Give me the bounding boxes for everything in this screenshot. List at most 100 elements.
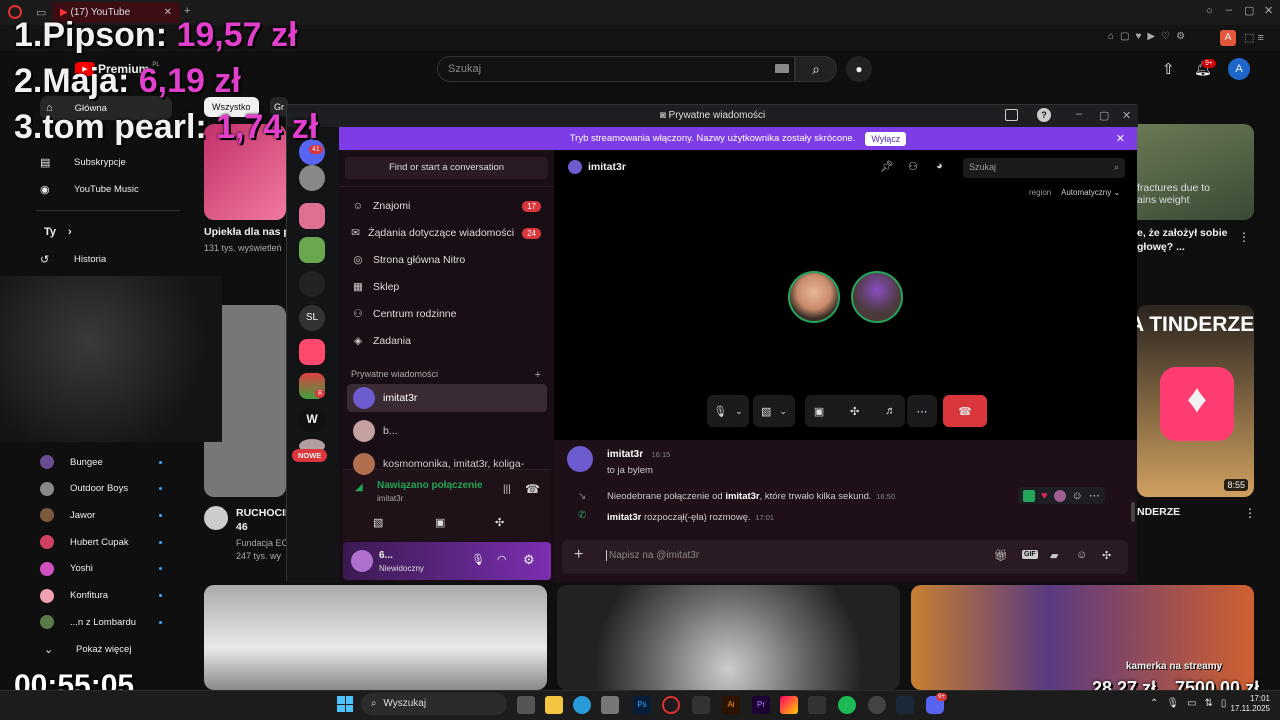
dm-item[interactable]: imitat3r xyxy=(347,384,547,412)
more-icon[interactable]: ⋯ xyxy=(1089,489,1100,502)
minimize-icon[interactable]: – xyxy=(1076,108,1082,120)
sidebar-subscription[interactable]: Yoshi xyxy=(40,557,162,581)
scrollbar[interactable] xyxy=(1131,502,1135,522)
emoji-icon[interactable]: ☺ xyxy=(1076,549,1087,561)
gift-icon[interactable]: 🎁︎ xyxy=(994,549,1008,562)
emoji-reaction-icon[interactable] xyxy=(1053,489,1066,502)
nav-item[interactable]: ✉ Żądania dotyczące wiadomości 24 xyxy=(351,222,541,244)
apps-icon[interactable]: ✣ xyxy=(1102,549,1111,562)
call-participant-avatar[interactable] xyxy=(788,271,840,323)
sticker-icon[interactable]: ▰ xyxy=(1050,549,1058,562)
add-friends-icon[interactable]: ⚇ xyxy=(908,160,918,173)
youtube-search-input[interactable]: Szukaj xyxy=(437,56,795,82)
voice-status[interactable]: Nawiązano połączenie xyxy=(377,480,483,491)
video-thumbnail[interactable] xyxy=(557,585,900,690)
browser-menu-icon[interactable]: ⬚ ≡ xyxy=(1244,31,1264,44)
disconnect-icon[interactable]: ☎ xyxy=(525,482,540,496)
opera-icon[interactable] xyxy=(662,696,680,714)
sidebar-subscription[interactable]: Bungee xyxy=(40,450,162,474)
account-avatar[interactable]: A xyxy=(1228,58,1250,80)
profile-extension-icon[interactable]: A xyxy=(1220,30,1236,46)
region-select[interactable]: Automatyczny ⌄ xyxy=(1061,188,1120,197)
app-icon[interactable] xyxy=(808,696,826,714)
tray-icons[interactable]: ⌃🎙︎▭⇅▯ xyxy=(1150,698,1234,709)
add-reaction-icon[interactable]: ☺ xyxy=(1072,490,1083,502)
illustrator-icon[interactable]: Ai xyxy=(722,696,740,714)
nav-item[interactable]: ▦ Sklep xyxy=(351,276,541,298)
inbox-icon[interactable] xyxy=(1005,109,1018,121)
profile-icon[interactable]: ◕ xyxy=(936,160,943,172)
nav-item[interactable]: ☺ Znajomi 17 xyxy=(351,195,541,217)
message-author[interactable]: imitat3r xyxy=(607,512,641,523)
sidebar-you-section[interactable]: Ty › xyxy=(40,220,72,244)
spotify-icon[interactable] xyxy=(838,696,856,714)
video-title[interactable]: Upiekła dla nas p xyxy=(204,226,288,238)
premiere-icon[interactable]: Pr xyxy=(752,696,770,714)
screenshare-icon[interactable]: ▣ xyxy=(435,516,445,529)
heart-reaction-icon[interactable]: ♥ xyxy=(1041,490,1048,502)
voice-search-button[interactable]: ● xyxy=(846,56,872,82)
edge-icon[interactable] xyxy=(573,696,591,714)
close-window-icon[interactable]: ✕ xyxy=(1264,4,1273,17)
call-participant-avatar[interactable] xyxy=(851,271,903,323)
help-icon[interactable]: ? xyxy=(1037,108,1051,122)
sidebar-subscription[interactable]: Hubert Cupak xyxy=(40,530,162,554)
add-dm-icon[interactable]: + xyxy=(535,369,541,381)
chat-search-input[interactable]: Szukaj ⌕ xyxy=(963,158,1125,178)
app-icon[interactable] xyxy=(868,696,886,714)
disable-streamer-mode-button[interactable]: Wyłącz xyxy=(865,131,907,146)
activities-icon[interactable]: ✣ xyxy=(495,516,504,529)
guild-sl[interactable]: SL xyxy=(299,305,325,331)
close-banner-icon[interactable]: ✕ xyxy=(1116,132,1125,145)
hangup-button[interactable]: ☎ xyxy=(943,395,987,427)
nav-item[interactable]: ⚇ Centrum rodzinne xyxy=(351,303,541,325)
file-explorer-icon[interactable] xyxy=(545,696,563,714)
guild-icon[interactable] xyxy=(299,339,325,365)
video-thumbnail[interactable] xyxy=(204,585,547,690)
pin-icon[interactable]: 📌︎ xyxy=(880,160,894,173)
dm-item[interactable]: b... xyxy=(347,417,547,445)
start-button[interactable] xyxy=(337,696,353,712)
dm-item[interactable]: kosmomonika, imitat3r, koliga- xyxy=(347,450,547,478)
app-icon[interactable] xyxy=(692,696,710,714)
maximize-icon[interactable]: ▢ xyxy=(1099,109,1109,122)
microphone-icon[interactable]: 🎙︎ xyxy=(471,553,485,566)
more-options-button[interactable]: ⋯ xyxy=(907,395,937,427)
photoshop-icon[interactable]: Ps xyxy=(633,696,651,714)
camera-off-icon[interactable]: ▧ xyxy=(373,516,383,529)
headphones-icon[interactable]: ◠ xyxy=(497,553,507,566)
clock[interactable]: 17:01 17.11.2025 xyxy=(1226,694,1270,714)
check-reaction-icon[interactable] xyxy=(1023,489,1035,502)
nav-item[interactable]: ◎ Strona główna Nitro xyxy=(351,249,541,271)
guild-icon[interactable] xyxy=(299,237,325,263)
gif-icon[interactable]: GIF xyxy=(1022,550,1038,559)
sidebar-subscription[interactable]: Jawor xyxy=(40,503,162,527)
task-view-icon[interactable] xyxy=(517,696,535,714)
sidebar-item-subscriptions[interactable]: ▤ Subskrypcje xyxy=(40,150,126,174)
video-title[interactable]: NDERZE xyxy=(1137,506,1180,518)
attach-icon[interactable]: + xyxy=(574,546,583,564)
guild-w[interactable]: W xyxy=(299,407,325,433)
video-more-icon[interactable]: ⋮ xyxy=(1238,230,1250,244)
message-author[interactable]: imitat3r xyxy=(725,491,759,502)
guild-icon[interactable] xyxy=(299,165,325,191)
sidebar-subscription[interactable]: Konfitura xyxy=(40,584,162,608)
keyboard-icon[interactable] xyxy=(775,64,789,73)
new-badge[interactable]: NOWE xyxy=(292,449,328,462)
screenshare-button[interactable]: ▣ ✣ ♬ xyxy=(805,395,905,427)
channel-avatar[interactable] xyxy=(204,506,228,530)
sidebar-subscription[interactable]: Outdoor Boys xyxy=(40,477,162,501)
settings-icon[interactable]: ⚙ xyxy=(523,552,535,568)
close-icon[interactable]: ✕ xyxy=(1122,109,1131,122)
guild-icon[interactable] xyxy=(299,271,325,297)
taskbar-search[interactable]: ⌕ Wyszukaj xyxy=(361,693,507,715)
nav-item[interactable]: ◈ Zadania xyxy=(351,330,541,352)
sidebar-item-music[interactable]: ◉ YouTube Music xyxy=(40,177,139,201)
mute-button[interactable]: 🎙︎ ⌄ xyxy=(707,395,749,427)
message-avatar[interactable] xyxy=(567,446,593,472)
maximize-window-icon[interactable]: ▢ xyxy=(1244,4,1254,17)
video-thumbnail[interactable] xyxy=(911,585,1254,690)
noise-suppression-icon[interactable]: ||| xyxy=(503,484,511,495)
sidebar-item-history[interactable]: ↺ Historia xyxy=(40,247,106,271)
app-icon[interactable] xyxy=(780,696,798,714)
